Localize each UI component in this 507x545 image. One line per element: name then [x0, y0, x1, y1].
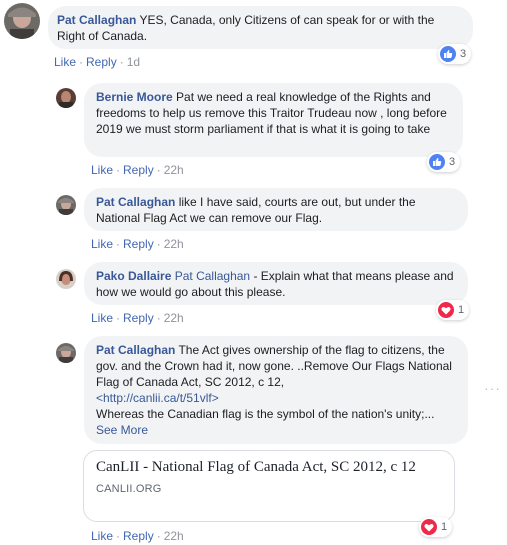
comment-actions: Like · Reply · 22h — [91, 529, 184, 543]
reaction-count: 3 — [449, 156, 456, 168]
link-preview-domain: CANLII.ORG — [96, 483, 162, 495]
reaction-summary[interactable]: 3 — [438, 44, 472, 64]
comment-actions: Like · Reply · 1d — [54, 55, 140, 69]
like-button[interactable]: Like — [91, 529, 113, 543]
separator: · — [156, 529, 161, 543]
comment-actions: Like · Reply · 22h — [91, 237, 184, 251]
reply-button[interactable]: Reply — [123, 311, 154, 325]
reaction-summary[interactable]: 1 — [419, 517, 453, 537]
reaction-summary[interactable]: 1 — [436, 300, 470, 320]
timestamp[interactable]: 22h — [164, 237, 184, 251]
separator: · — [156, 163, 161, 177]
comment-bubble: Pat Callaghan like I have said, courts a… — [84, 188, 468, 231]
comment-bubble: Pat Callaghan YES, Canada, only Citizens… — [48, 6, 473, 49]
separator: · — [156, 237, 161, 251]
comment-author[interactable]: Pat Callaghan — [96, 343, 175, 357]
more-options-icon[interactable]: ··· — [484, 380, 501, 396]
separator: · — [116, 529, 121, 543]
comment-bubble: Pat Callaghan The Act gives ownership of… — [84, 336, 468, 444]
link-preview-title: CanLII - National Flag of Canada Act, SC… — [96, 459, 416, 475]
comment-mention[interactable]: Pat Callaghan — [175, 269, 250, 283]
reaction-count: 1 — [441, 521, 448, 533]
link-preview-card[interactable]: CanLII - National Flag of Canada Act, SC… — [83, 450, 455, 522]
comment-author[interactable]: Pako Dallaire — [96, 269, 171, 283]
reply-button[interactable]: Reply — [86, 55, 117, 69]
comment-actions: Like · Reply · 22h — [91, 163, 184, 177]
reply-button[interactable]: Reply — [123, 163, 154, 177]
comment-author[interactable]: Pat Callaghan — [96, 195, 175, 209]
reply-button[interactable]: Reply — [123, 529, 154, 543]
see-more-link[interactable]: See More — [96, 423, 148, 437]
timestamp[interactable]: 1d — [127, 55, 140, 69]
like-button[interactable]: Like — [54, 55, 76, 69]
timestamp[interactable]: 22h — [164, 311, 184, 325]
separator: · — [116, 237, 121, 251]
avatar[interactable] — [56, 195, 76, 215]
separator: · — [156, 311, 161, 325]
like-button[interactable]: Like — [91, 163, 113, 177]
reaction-count: 3 — [460, 48, 467, 60]
separator: · — [116, 163, 121, 177]
comment-link[interactable]: <http://canlii.ca/t/51vlf> — [96, 391, 219, 405]
comment-bubble: Bernie Moore Pat we need a real knowledg… — [84, 83, 463, 157]
love-icon — [438, 302, 454, 318]
avatar[interactable] — [56, 269, 76, 289]
avatar[interactable] — [56, 88, 76, 108]
separator: · — [116, 311, 121, 325]
comment-author[interactable]: Bernie Moore — [96, 90, 173, 104]
comment-author[interactable]: Pat Callaghan — [57, 13, 136, 27]
separator: · — [119, 55, 124, 69]
like-button[interactable]: Like — [91, 237, 113, 251]
comment-actions: Like · Reply · 22h — [91, 311, 184, 325]
timestamp[interactable]: 22h — [164, 529, 184, 543]
comment-text-continued: Whereas the Canadian flag is the symbol … — [96, 407, 435, 421]
reaction-summary[interactable]: 3 — [427, 152, 461, 172]
reply-button[interactable]: Reply — [123, 237, 154, 251]
comment-bubble: Pako Dallaire Pat Callaghan - Explain wh… — [84, 262, 468, 305]
like-icon — [429, 154, 445, 170]
like-button[interactable]: Like — [91, 311, 113, 325]
avatar[interactable] — [4, 3, 40, 39]
timestamp[interactable]: 22h — [164, 163, 184, 177]
love-icon — [421, 519, 437, 535]
avatar[interactable] — [56, 343, 76, 363]
like-icon — [440, 46, 456, 62]
separator: · — [79, 55, 84, 69]
reaction-count: 1 — [458, 304, 465, 316]
